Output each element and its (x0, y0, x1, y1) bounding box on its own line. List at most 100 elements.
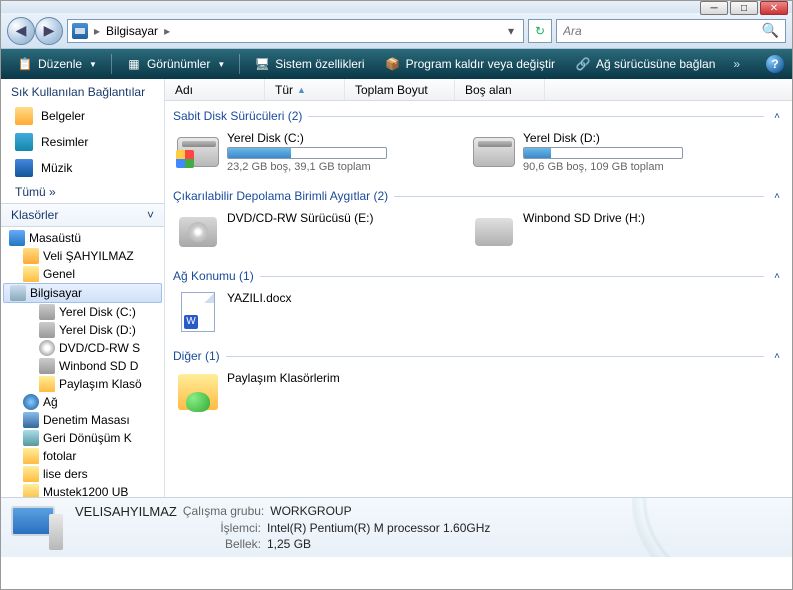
folder-icon (23, 484, 39, 497)
collapse-icon[interactable]: ˄ (770, 351, 784, 362)
views-menu[interactable]: ▦ Görünümler▼ (118, 53, 233, 75)
cpu-value: Intel(R) Pentium(R) M processor 1.60GHz (267, 521, 490, 535)
drive-sd[interactable]: Winbond SD Drive (H:) (473, 211, 753, 253)
shared-folder-icon (178, 374, 218, 410)
tree-item-label: fotolar (43, 449, 76, 463)
search-input[interactable] (563, 24, 762, 38)
system-properties-button[interactable]: 🖥 Sistem özellikleri (246, 53, 372, 75)
help-button[interactable]: ? (766, 55, 784, 73)
col-total[interactable]: Toplam Boyut (345, 79, 455, 100)
tree-item-label: lise ders (43, 467, 88, 481)
favorites-header: Sık Kullanılan Bağlantılar (1, 79, 164, 103)
drive-c-label: Yerel Disk (C:) (227, 131, 457, 145)
minimize-button[interactable]: ─ (700, 1, 728, 15)
collapse-icon[interactable]: ˄ (770, 271, 784, 282)
search-icon[interactable]: 🔍 (762, 22, 779, 39)
drive-d-label: Yerel Disk (D:) (523, 131, 753, 145)
folders-header[interactable]: Klasörler ˅ (1, 203, 164, 227)
uninstall-button[interactable]: 📦 Program kaldır veya değiştir (377, 53, 563, 75)
tree-item[interactable]: Bilgisayar (3, 283, 162, 303)
address-bar[interactable]: ▸ Bilgisayar ▸ ▾ (67, 19, 524, 43)
tree-item[interactable]: Masaüstü (1, 229, 164, 247)
toolbar-overflow[interactable]: » (727, 57, 746, 71)
favorites-music[interactable]: Müzik (1, 155, 164, 181)
forward-button[interactable]: ▶ (35, 17, 63, 45)
tree-item-label: Ağ (43, 395, 58, 409)
content-pane: Adı Tür▲ Toplam Boyut Boş alan Sabit Dis… (165, 79, 792, 497)
group-other-header[interactable]: Diğer (1)˄ (173, 345, 784, 367)
folder-icon (39, 376, 55, 392)
drive-c-usage-bar (227, 147, 387, 159)
tree-item[interactable]: Yerel Disk (D:) (1, 321, 164, 339)
tree-item[interactable]: Paylaşım Klasö (1, 375, 164, 393)
map-drive-button[interactable]: 🔗 Ağ sürücüsüne bağlan (567, 53, 723, 75)
tree-item-label: Masaüstü (29, 231, 81, 245)
trash-icon (23, 430, 39, 446)
drive-d-usage-text: 90,6 GB boş, 109 GB toplam (523, 161, 753, 173)
drive-icon (39, 358, 55, 374)
command-bar: 📋 Düzenle▼ ▦ Görünümler▼ 🖥 Sistem özelli… (1, 49, 792, 79)
collapse-icon[interactable]: ˄ (770, 111, 784, 122)
favorites-documents[interactable]: Belgeler (1, 103, 164, 129)
drive-dvd[interactable]: DVD/CD-RW Sürücüsü (E:) (177, 211, 457, 253)
breadcrumb-sep: ▸ (94, 24, 100, 38)
computer-icon (10, 285, 26, 301)
tree-item-label: Winbond SD D (59, 359, 138, 373)
search-box[interactable]: 🔍 (556, 19, 786, 43)
col-name[interactable]: Adı (165, 79, 265, 100)
computer-icon (72, 23, 88, 39)
col-free[interactable]: Boş alan (455, 79, 545, 100)
group-network-header[interactable]: Ağ Konumu (1)˄ (173, 265, 784, 287)
tree-item[interactable]: DVD/CD-RW S (1, 339, 164, 357)
tree-item[interactable]: lise ders (1, 465, 164, 483)
sd-icon (475, 218, 513, 246)
tree-item-label: Yerel Disk (C:) (59, 305, 136, 319)
refresh-button[interactable]: ↻ (528, 19, 552, 43)
cd-icon (39, 340, 55, 356)
cpu-label: İşlemci: (165, 521, 261, 535)
organize-menu[interactable]: 📋 Düzenle▼ (9, 53, 105, 75)
network-file[interactable]: YAZILI.docx (177, 291, 457, 333)
column-headers: Adı Tür▲ Toplam Boyut Boş alan (165, 79, 792, 101)
favorites-pictures[interactable]: Resimler (1, 129, 164, 155)
views-icon: ▦ (126, 56, 142, 72)
folder-icon (23, 448, 39, 464)
group-removable-header[interactable]: Çıkarılabilir Depolama Birimli Aygıtlar … (173, 185, 784, 207)
shared-folders[interactable]: Paylaşım Klasörlerim (177, 371, 457, 413)
address-dropdown[interactable]: ▾ (503, 24, 519, 38)
breadcrumb-sep[interactable]: ▸ (164, 24, 170, 38)
drive-c-usage-text: 23,2 GB boş, 39,1 GB toplam (227, 161, 457, 173)
breadcrumb-root[interactable]: Bilgisayar (106, 24, 158, 38)
tree-item-label: Paylaşım Klasö (59, 377, 142, 391)
dvd-icon (179, 217, 217, 247)
navigation-bar: ◀ ▶ ▸ Bilgisayar ▸ ▾ ↻ 🔍 (1, 13, 792, 49)
drive-d[interactable]: Yerel Disk (D:) 90,6 GB boş, 109 GB topl… (473, 131, 753, 173)
tree-item[interactable]: Winbond SD D (1, 357, 164, 375)
tree-item[interactable]: Ağ (1, 393, 164, 411)
tree-item[interactable]: fotolar (1, 447, 164, 465)
drive-c[interactable]: Yerel Disk (C:) 23,2 GB boş, 39,1 GB top… (177, 131, 457, 173)
organize-icon: 📋 (17, 56, 33, 72)
tree-item-label: Geri Dönüşüm K (43, 431, 132, 445)
tree-item[interactable]: Genel (1, 265, 164, 283)
folders-collapse-icon[interactable]: ˅ (147, 208, 154, 222)
drive-icon (39, 322, 55, 338)
word-doc-icon (181, 292, 215, 332)
close-button[interactable]: ✕ (760, 1, 788, 15)
drive-d-usage-bar (523, 147, 683, 159)
favorites-more[interactable]: Tümü » (1, 181, 164, 203)
group-hdd-header[interactable]: Sabit Disk Sürücüleri (2)˄ (173, 105, 784, 127)
workgroup-value: WORKGROUP (270, 504, 351, 519)
computer-large-icon (11, 506, 63, 550)
tree-item[interactable]: Geri Dönüşüm K (1, 429, 164, 447)
maximize-button[interactable]: □ (730, 1, 758, 15)
col-type[interactable]: Tür▲ (265, 79, 345, 100)
back-button[interactable]: ◀ (7, 17, 35, 45)
tree-item[interactable]: Yerel Disk (C:) (1, 303, 164, 321)
tree-item[interactable]: Denetim Masası (1, 411, 164, 429)
computer-name: VELISAHYILMAZ (75, 504, 177, 519)
tree-item-label: Genel (43, 267, 75, 281)
tree-item[interactable]: Veli ŞAHYILMAZ (1, 247, 164, 265)
collapse-icon[interactable]: ˄ (770, 191, 784, 202)
tree-item[interactable]: Mustek1200 UB (1, 483, 164, 497)
